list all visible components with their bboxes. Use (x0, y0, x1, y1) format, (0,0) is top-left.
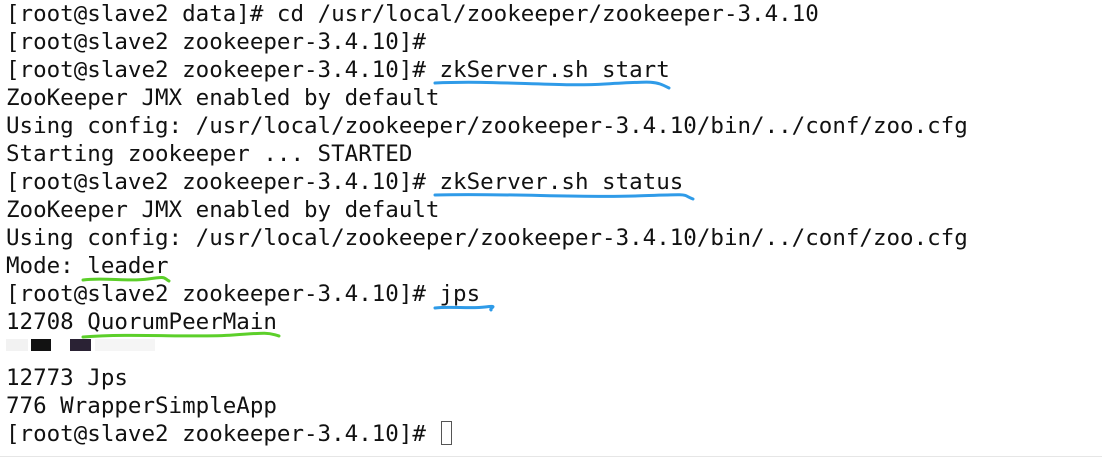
redaction-block (6, 339, 28, 351)
shell-prompt: [root@slave2 zookeeper-3.4.10]# (6, 57, 426, 83)
terminal-line-process: 12708 QuorumPeerMain (6, 308, 968, 339)
process-name: QuorumPeerMain (81, 308, 281, 339)
terminal-output-line: ZooKeeper JMX enabled by default (6, 197, 440, 223)
terminal-line-empty-prompt: [root@slave2 zookeeper-3.4.10]# (6, 28, 968, 56)
terminal-line-zkserver-status: [root@slave2 zookeeper-3.4.10]# zkServer… (6, 168, 968, 201)
terminal-line-cd: [root@slave2 data]# cd /usr/local/zookee… (6, 0, 968, 28)
terminal-output-line: Using config: /usr/local/zookeeper/zooke… (6, 225, 968, 251)
redaction-block (31, 339, 51, 351)
terminal-output-line: Starting zookeeper ... STARTED (6, 141, 413, 167)
terminal-output: [root@slave2 data]# cd /usr/local/zookee… (6, 0, 968, 448)
shell-prompt: [root@slave2 data]# (6, 1, 264, 27)
text-cursor-icon[interactable] (441, 421, 453, 445)
terminal-output-line: ZooKeeper JMX enabled by default (6, 85, 440, 111)
highlighted-command: zkServer.sh start (433, 56, 671, 90)
shell-prompt: [root@slave2 zookeeper-3.4.10]# (6, 421, 426, 447)
shell-prompt: [root@slave2 zookeeper-3.4.10]# (6, 29, 426, 55)
redaction-block (70, 339, 91, 351)
terminal-line-current-prompt: [root@slave2 zookeeper-3.4.10]# (6, 420, 968, 448)
terminal-output-line: 776 WrapperSimpleApp (6, 393, 277, 419)
terminal-line-jps: [root@slave2 zookeeper-3.4.10]# jps (6, 280, 968, 312)
terminal-output-line: 12773 Jps (6, 365, 128, 391)
terminal-line-zkserver-start: [root@slave2 zookeeper-3.4.10]# zkServer… (6, 56, 968, 90)
shell-prompt: [root@slave2 zookeeper-3.4.10]# (6, 169, 426, 195)
shell-command: cd /usr/local/zookeeper/zookeeper-3.4.10 (263, 1, 819, 27)
redaction-artifacts (0, 336, 200, 354)
highlighted-command: jps (433, 280, 495, 312)
mode-value: leader (81, 252, 171, 283)
shell-prompt: [root@slave2 zookeeper-3.4.10]# (6, 281, 426, 307)
highlighted-command: zkServer.sh status (433, 168, 695, 201)
terminal-window[interactable]: [root@slave2 data]# cd /usr/local/zookee… (0, 0, 1102, 457)
redaction-block (95, 339, 155, 351)
terminal-output-line: Using config: /usr/local/zookeeper/zooke… (6, 113, 968, 139)
terminal-line-mode: Mode: leader (6, 252, 968, 283)
